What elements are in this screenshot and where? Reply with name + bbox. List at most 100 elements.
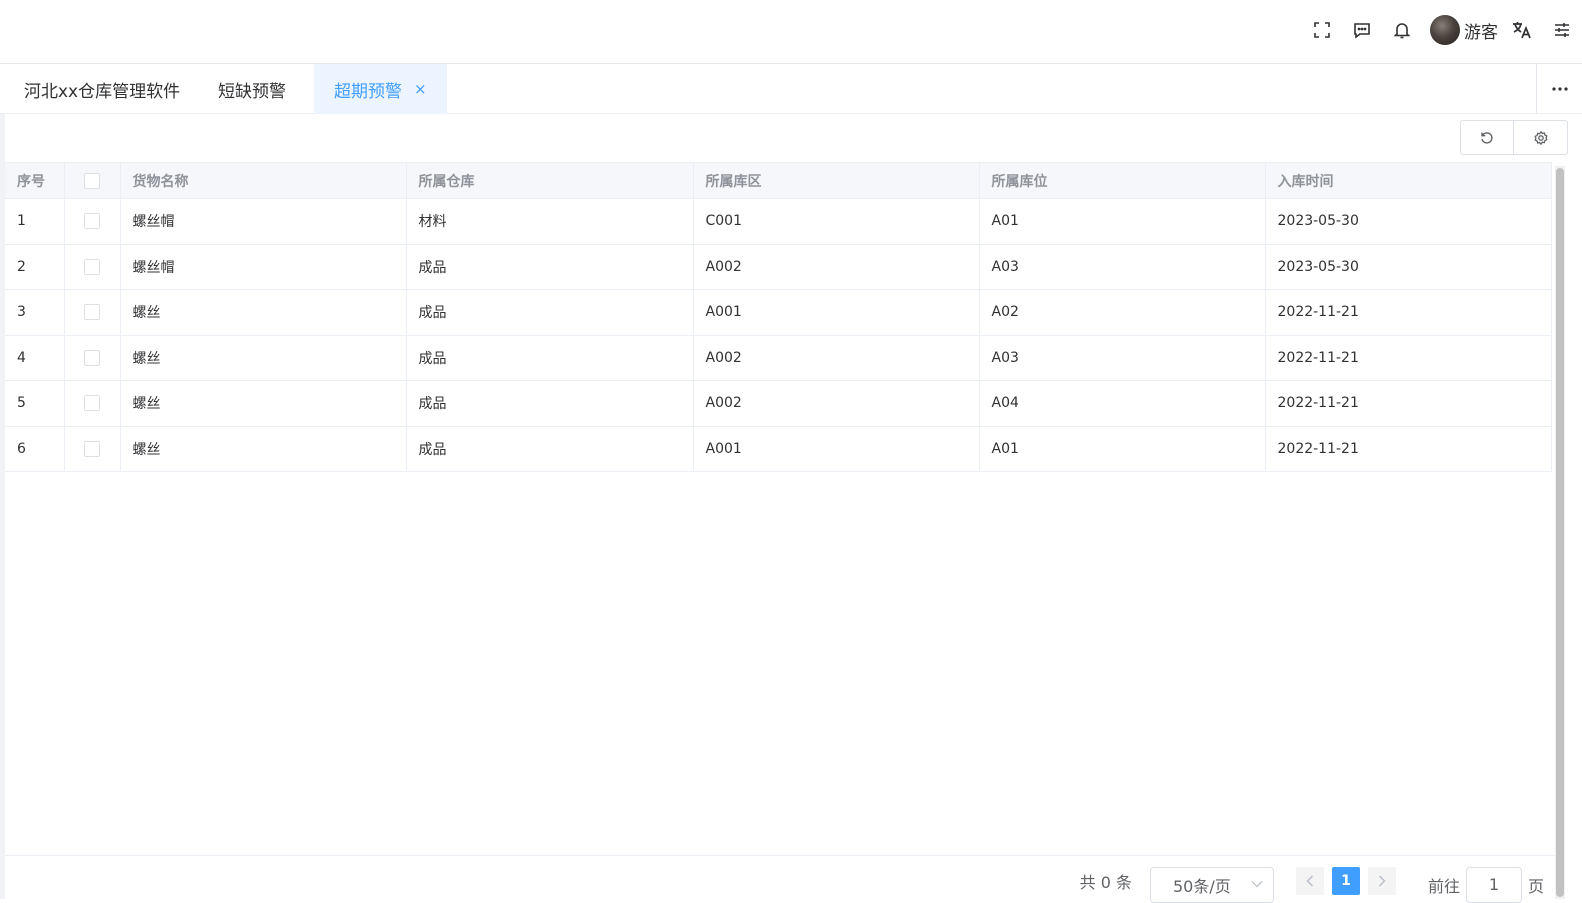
column-header-warehouse: 所属仓库 bbox=[406, 162, 694, 199]
column-header-location: 所属库位 bbox=[979, 162, 1266, 199]
row-checkbox[interactable] bbox=[84, 304, 100, 321]
cell-select bbox=[64, 198, 121, 245]
column-settings-button[interactable] bbox=[1514, 120, 1568, 155]
table-row[interactable]: 6 螺丝 成品 A001 A01 2022-11-21 bbox=[5, 426, 1552, 472]
page-size-select[interactable]: 50条/页 bbox=[1149, 866, 1274, 903]
cell-warehouse: 成品 bbox=[406, 426, 694, 472]
cell-index: 5 bbox=[5, 380, 65, 427]
message-icon[interactable] bbox=[1342, 10, 1382, 50]
cell-location: A01 bbox=[979, 426, 1266, 472]
user-menu[interactable]: 游客 bbox=[1430, 15, 1498, 45]
table-row[interactable]: 4 螺丝 成品 A002 A03 2022-11-21 bbox=[5, 335, 1552, 381]
settings-icon bbox=[1533, 130, 1548, 145]
refresh-icon bbox=[1481, 131, 1493, 144]
cell-date: 2022-11-21 bbox=[1265, 335, 1552, 381]
top-header: 游客 bbox=[0, 0, 1582, 64]
cell-area: A002 bbox=[693, 335, 980, 381]
cell-area: A001 bbox=[693, 426, 980, 472]
cell-area: A002 bbox=[693, 244, 980, 290]
cell-index: 2 bbox=[5, 244, 65, 290]
tab-overdue-warning[interactable]: 超期预警 × bbox=[314, 64, 447, 114]
select-all-checkbox[interactable] bbox=[84, 172, 100, 189]
cell-select bbox=[64, 289, 121, 336]
refresh-button[interactable] bbox=[1460, 120, 1514, 155]
cell-index: 1 bbox=[5, 198, 65, 245]
cell-area: A002 bbox=[693, 380, 980, 427]
prev-page-button[interactable] bbox=[1295, 866, 1324, 895]
vertical-scrollbar[interactable] bbox=[1555, 166, 1565, 899]
close-icon[interactable]: × bbox=[414, 80, 427, 98]
bell-icon[interactable] bbox=[1382, 10, 1422, 50]
column-header-index: 序号 bbox=[5, 162, 65, 199]
row-checkbox[interactable] bbox=[84, 395, 100, 412]
goto-label: 前往 bbox=[1427, 876, 1460, 896]
goto-page-input[interactable] bbox=[1465, 866, 1522, 903]
cell-date: 2022-11-21 bbox=[1265, 380, 1552, 427]
more-icon[interactable] bbox=[1536, 64, 1582, 114]
cell-date: 2022-11-21 bbox=[1265, 289, 1552, 336]
cell-name: 螺丝帽 bbox=[120, 244, 407, 290]
cell-index: 4 bbox=[5, 335, 65, 381]
table-row[interactable]: 1 螺丝帽 材料 C001 A01 2023-05-30 bbox=[5, 198, 1552, 245]
cell-index: 6 bbox=[5, 426, 65, 472]
table-toolbar bbox=[1460, 120, 1568, 155]
tab-label: 短缺预警 bbox=[218, 81, 286, 102]
cell-name: 螺丝 bbox=[120, 380, 407, 427]
avatar bbox=[1430, 15, 1460, 45]
cell-select bbox=[64, 380, 121, 427]
tab-shortage-warning[interactable]: 短缺预警 bbox=[194, 64, 310, 114]
cell-warehouse: 成品 bbox=[406, 244, 694, 290]
data-table: 序号 货物名称 所属仓库 所属库区 所属库位 入库时间 1 螺丝帽 材料 C00… bbox=[5, 162, 1552, 472]
table-header-row: 序号 货物名称 所属仓库 所属库区 所属库位 入库时间 bbox=[5, 162, 1552, 199]
column-header-select bbox=[64, 162, 121, 199]
next-page-button[interactable] bbox=[1367, 866, 1396, 895]
row-checkbox[interactable] bbox=[84, 349, 100, 366]
cell-date: 2023-05-30 bbox=[1265, 198, 1552, 245]
cell-select bbox=[64, 426, 121, 472]
fullscreen-icon[interactable] bbox=[1302, 10, 1342, 50]
cell-warehouse: 材料 bbox=[406, 198, 694, 245]
cell-warehouse: 成品 bbox=[406, 289, 694, 336]
goto-page: 前往 页 bbox=[1427, 866, 1544, 903]
goto-suffix: 页 bbox=[1527, 876, 1544, 896]
cell-name: 螺丝 bbox=[120, 289, 407, 336]
chevron-down-icon bbox=[1251, 880, 1263, 887]
cell-location: A04 bbox=[979, 380, 1266, 427]
row-checkbox[interactable] bbox=[84, 213, 100, 230]
cell-select bbox=[64, 335, 121, 381]
cell-warehouse: 成品 bbox=[406, 380, 694, 427]
cell-area: A001 bbox=[693, 289, 980, 336]
table-row[interactable]: 2 螺丝帽 成品 A002 A03 2023-05-30 bbox=[5, 244, 1552, 290]
user-name: 游客 bbox=[1464, 22, 1498, 43]
cell-date: 2022-11-21 bbox=[1265, 426, 1552, 472]
cell-select bbox=[64, 244, 121, 290]
cell-date: 2023-05-30 bbox=[1265, 244, 1552, 290]
pagination-total: 共 0 条 bbox=[1079, 872, 1132, 892]
scrollbar-thumb[interactable] bbox=[1556, 168, 1564, 897]
page-size-value: 50条/页 bbox=[1172, 876, 1231, 896]
table-row[interactable]: 5 螺丝 成品 A002 A04 2022-11-21 bbox=[5, 380, 1552, 427]
column-header-date: 入库时间 bbox=[1265, 162, 1552, 199]
column-header-name: 货物名称 bbox=[120, 162, 407, 199]
chevron-right-icon bbox=[1378, 874, 1386, 887]
translate-icon[interactable] bbox=[1502, 10, 1542, 50]
tab-home[interactable]: 河北xx仓库管理软件 bbox=[0, 64, 204, 114]
cell-location: A03 bbox=[979, 335, 1266, 381]
cell-name: 螺丝 bbox=[120, 335, 407, 381]
settings-sliders-icon[interactable] bbox=[1542, 10, 1582, 50]
chevron-left-icon bbox=[1306, 874, 1314, 887]
cell-name: 螺丝 bbox=[120, 426, 407, 472]
cell-location: A02 bbox=[979, 289, 1266, 336]
row-checkbox[interactable] bbox=[84, 440, 100, 457]
pagination: 共 0 条 50条/页 1 前往 页 bbox=[1079, 862, 1544, 903]
page-number-current[interactable]: 1 bbox=[1331, 866, 1360, 895]
cell-warehouse: 成品 bbox=[406, 335, 694, 381]
cell-name: 螺丝帽 bbox=[120, 198, 407, 245]
header-actions: 游客 bbox=[1302, 0, 1582, 60]
tabs-bar: 河北xx仓库管理软件 短缺预警 超期预警 × bbox=[0, 64, 1582, 114]
cell-location: A03 bbox=[979, 244, 1266, 290]
tab-label: 河北xx仓库管理软件 bbox=[24, 81, 181, 102]
table-row[interactable]: 3 螺丝 成品 A001 A02 2022-11-21 bbox=[5, 289, 1552, 336]
tab-label: 超期预警 bbox=[334, 81, 402, 102]
row-checkbox[interactable] bbox=[84, 258, 100, 275]
